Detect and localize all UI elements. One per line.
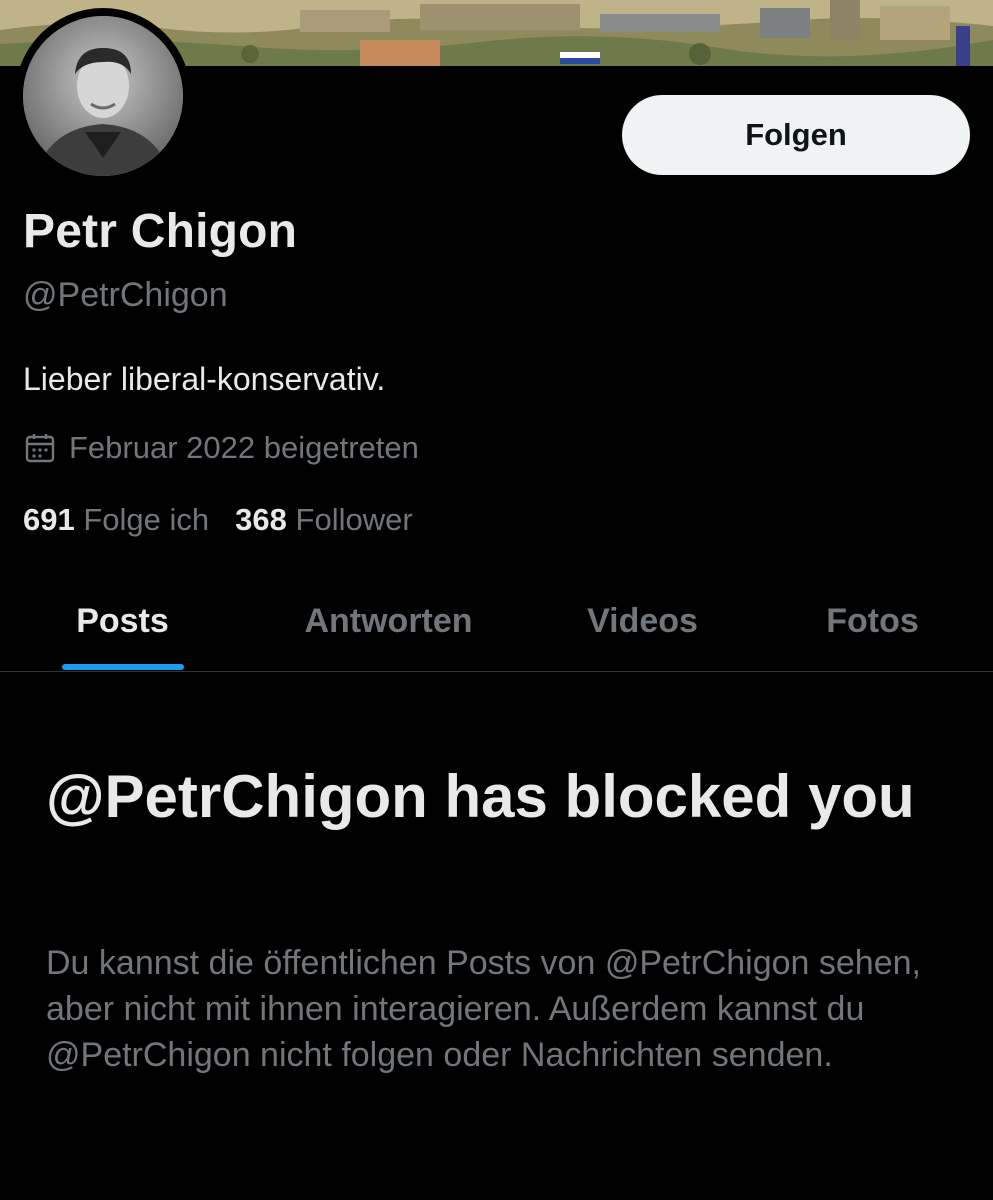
tab-fotos[interactable]: Fotos — [750, 572, 993, 671]
blocked-description: Du kannst die öffentlichen Posts von @Pe… — [46, 944, 921, 1074]
joined-date-text: Februar 2022 beigetreten — [69, 430, 419, 465]
follow-button[interactable]: Folgen — [622, 95, 970, 175]
tab-label: Videos — [587, 602, 698, 640]
profile-handle: @PetrChigon — [23, 276, 228, 314]
profile-tabs: Posts Antworten Videos Fotos — [0, 572, 993, 672]
blocked-title: @PetrChigon has blocked you — [46, 763, 915, 830]
joined-date: Februar 2022 beigetreten — [23, 430, 419, 466]
profile-bio: Lieber liberal-konservativ. — [23, 361, 386, 397]
followers-count: 368 — [235, 502, 287, 537]
followers-stat[interactable]: 368 Follower — [235, 502, 413, 538]
tab-posts[interactable]: Posts — [0, 572, 245, 671]
tab-label: Fotos — [826, 602, 919, 640]
tab-label: Antworten — [304, 602, 473, 640]
tab-label: Posts — [76, 602, 169, 640]
tab-videos[interactable]: Videos — [520, 572, 765, 671]
followers-label: Follower — [295, 502, 413, 537]
display-name: Petr Chigon — [23, 205, 298, 258]
calendar-icon — [23, 431, 57, 465]
following-stat[interactable]: 691 Folge ich — [23, 502, 209, 538]
avatar[interactable] — [15, 8, 191, 184]
active-tab-indicator — [61, 664, 184, 670]
profile-stats: 691 Folge ich 368 Follower — [23, 502, 439, 538]
following-label: Folge ich — [83, 502, 210, 537]
tab-antworten[interactable]: Antworten — [266, 572, 511, 671]
following-count: 691 — [23, 502, 75, 537]
